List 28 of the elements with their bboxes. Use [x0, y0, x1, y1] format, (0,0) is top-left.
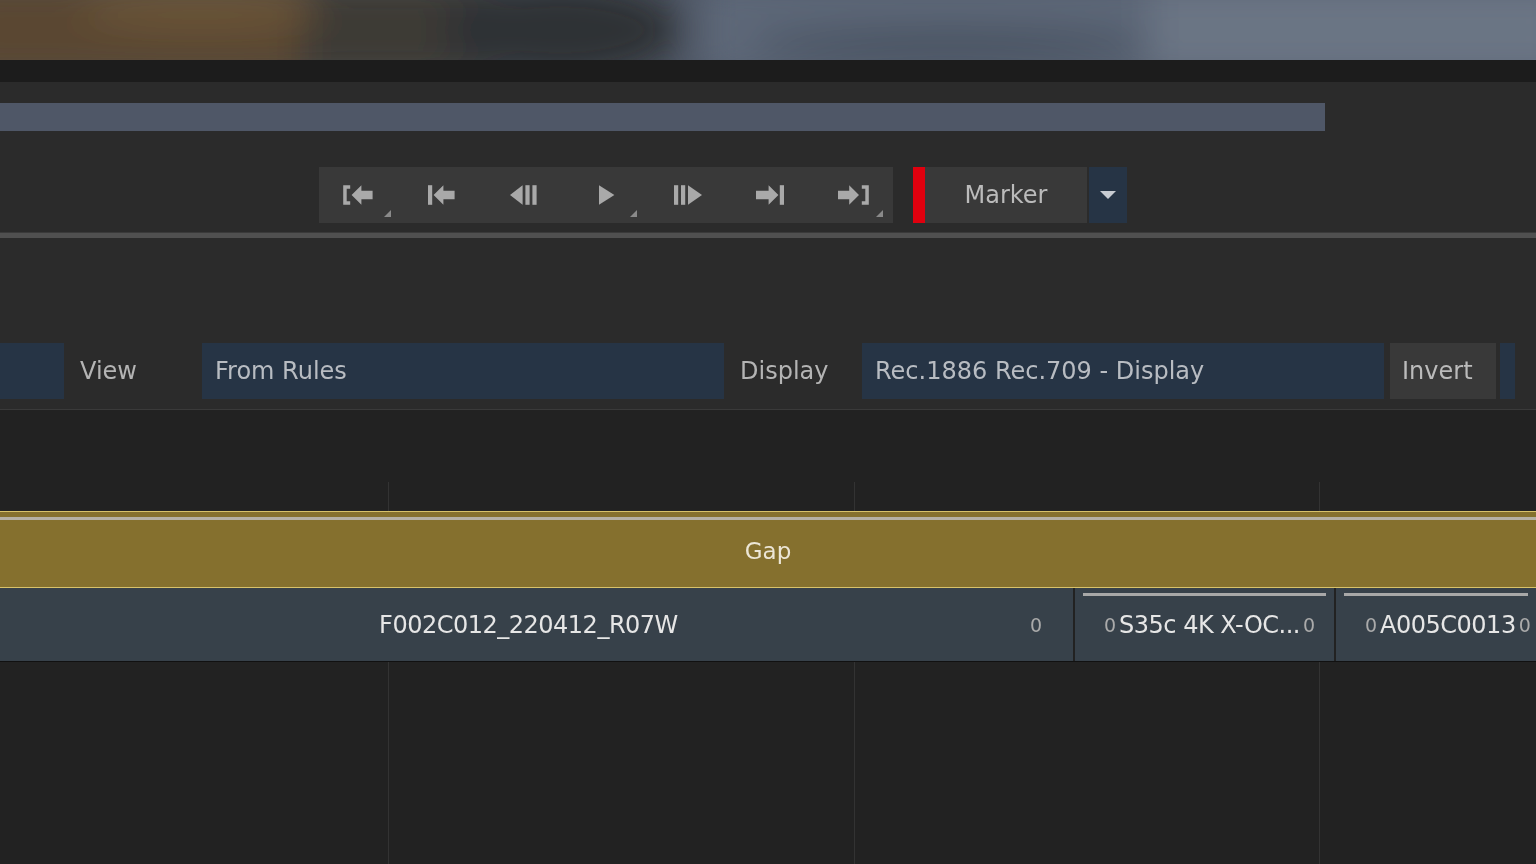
clip-name: A005C0013 [1380, 610, 1516, 639]
dropdown-button[interactable] [1089, 167, 1127, 223]
out-frame-number: 0 [1518, 613, 1531, 636]
marker-button[interactable]: Marker [925, 167, 1087, 223]
video-clip[interactable]: 0 S35c 4K X-OC...0 [1075, 588, 1334, 661]
dropdown-field[interactable] [0, 343, 64, 399]
view-label: View [79, 356, 138, 387]
clip-name: F002C012_220412_R07W [378, 610, 679, 639]
invert-button[interactable]: Invert [1390, 343, 1496, 399]
in-frame-number: 0 [1365, 613, 1378, 636]
out-frame-number: 0 [1029, 613, 1042, 636]
caret-icon [1100, 191, 1116, 199]
menu-corner-icon [630, 210, 637, 217]
gap-label: Gap [744, 536, 792, 564]
clip-name: S35c 4K X-OC... [1119, 610, 1300, 639]
menu-corner-icon [876, 210, 883, 217]
out-frame-number: 0 [1302, 613, 1316, 636]
display-label: Display [739, 356, 830, 387]
menu-corner-icon [384, 210, 391, 217]
dropdown-field[interactable] [1500, 343, 1515, 399]
video-clip[interactable]: 0 A005C0013 0 [1336, 588, 1536, 661]
in-frame-number: 0 [1104, 613, 1117, 636]
gap-clip[interactable]: Gap [0, 511, 1536, 588]
display-dropdown[interactable]: Rec.1886 Rec.709 - Display [862, 343, 1384, 399]
scroll-bar[interactable] [0, 103, 1325, 131]
view-dropdown[interactable]: From Rules [202, 343, 724, 399]
video-clip[interactable]: F002C012_220412_R07W 0 [0, 588, 1073, 661]
marker-flag-icon [913, 167, 925, 223]
